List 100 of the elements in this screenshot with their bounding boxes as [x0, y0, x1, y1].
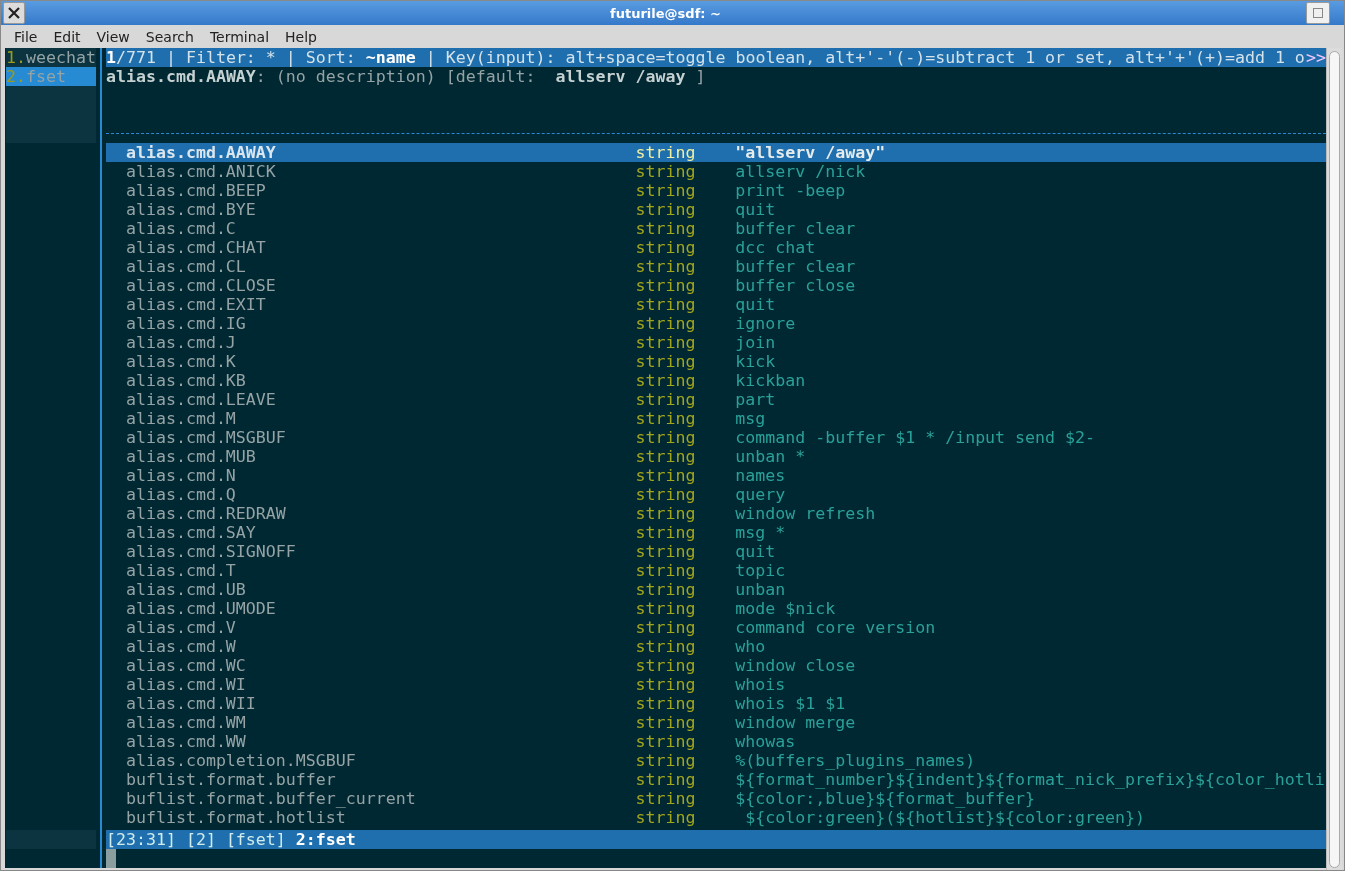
option-name: alias.cmd.T: [125, 561, 237, 580]
option-name: buflist.format.buffer_current: [125, 789, 417, 808]
option-value: print -beep: [735, 181, 847, 200]
buffer-item[interactable]: 1.weechat: [6, 48, 96, 67]
option-row[interactable]: alias.cmd.AAWAY string "allserv /away": [106, 143, 1326, 162]
option-row[interactable]: alias.cmd.V string command core version: [106, 618, 1326, 637]
option-name: alias.cmd.J: [125, 333, 237, 352]
option-row[interactable]: alias.cmd.ANICK string allserv /nick: [106, 162, 1326, 181]
option-type: string: [635, 675, 697, 694]
option-value: command -buffer $1 * /input send $2-: [735, 428, 1096, 447]
option-row[interactable]: alias.cmd.SAY string msg *: [106, 523, 1326, 542]
menu-item[interactable]: View: [88, 28, 138, 45]
option-row[interactable]: alias.completion.MSGBUF string %(buffers_plugins_names): [106, 751, 1326, 770]
option-type: string: [635, 580, 697, 599]
option-type: string: [635, 789, 697, 808]
option-name: alias.cmd.BYE: [125, 200, 257, 219]
close-icon: [8, 7, 20, 19]
option-name: alias.cmd.UB: [125, 580, 247, 599]
option-value: ignore: [735, 314, 797, 333]
option-row[interactable]: alias.cmd.WII string whois $1 $1: [106, 694, 1326, 713]
option-row[interactable]: alias.cmd.K string kick: [106, 352, 1326, 371]
menu-item[interactable]: Search: [137, 28, 202, 45]
option-row[interactable]: alias.cmd.SIGNOFF string quit: [106, 542, 1326, 561]
menu-item[interactable]: Terminal: [201, 28, 278, 45]
option-row[interactable]: alias.cmd.EXIT string quit: [106, 295, 1326, 314]
option-name: alias.cmd.CLOSE: [125, 276, 277, 295]
maximize-button[interactable]: [1306, 2, 1330, 24]
menu-item[interactable]: Edit: [45, 28, 89, 45]
option-type: string: [635, 732, 697, 751]
option-type: string: [635, 238, 697, 257]
option-type: string: [635, 523, 697, 542]
option-row[interactable]: alias.cmd.W string who: [106, 637, 1326, 656]
close-button[interactable]: [3, 2, 25, 24]
option-value: ${color:,blue}${format_buffer}: [735, 789, 1037, 808]
option-row[interactable]: alias.cmd.MUB string unban *: [106, 447, 1326, 466]
option-value: kick: [735, 352, 777, 371]
option-type: string: [635, 181, 697, 200]
option-row[interactable]: alias.cmd.N string names: [106, 466, 1326, 485]
option-type: string: [635, 466, 697, 485]
option-row[interactable]: alias.cmd.Q string query: [106, 485, 1326, 504]
option-value: buffer close: [735, 276, 857, 295]
option-value: whowas: [735, 732, 797, 751]
option-row[interactable]: alias.cmd.UB string unban: [106, 580, 1326, 599]
option-type: string: [635, 656, 697, 675]
option-name: alias.cmd.MSGBUF: [125, 428, 287, 447]
option-type: string: [635, 504, 697, 523]
option-name: alias.cmd.EXIT: [125, 295, 267, 314]
option-row[interactable]: alias.cmd.MSGBUF string command -buffer $1 * /input send $2-: [106, 428, 1326, 447]
option-value: who: [735, 637, 767, 656]
option-value: ${color:green}(${hotlist}${color:green}): [744, 808, 1146, 827]
option-row[interactable]: buflist.format.buffer string ${format_number}${indent}${format_nick_prefix}${color_hotli: [106, 770, 1326, 789]
input-cursor[interactable]: [106, 849, 116, 868]
option-row[interactable]: alias.cmd.CHAT string dcc chat: [106, 238, 1326, 257]
option-row[interactable]: alias.cmd.WI string whois: [106, 675, 1326, 694]
option-type: string: [635, 314, 697, 333]
option-type: string: [635, 808, 697, 827]
option-row[interactable]: alias.cmd.M string msg: [106, 409, 1326, 428]
option-type: string: [635, 352, 697, 371]
window-title: futurile@sdf: ~: [609, 5, 722, 21]
option-type: string: [635, 770, 697, 789]
option-value: unban *: [735, 447, 807, 466]
option-type: string: [635, 694, 697, 713]
option-name: buflist.format.hotlist: [125, 808, 347, 827]
option-type: string: [635, 713, 697, 732]
option-value: quit: [735, 295, 777, 314]
option-row[interactable]: alias.cmd.LEAVE string part: [106, 390, 1326, 409]
option-row[interactable]: alias.cmd.BYE string quit: [106, 200, 1326, 219]
option-row[interactable]: alias.cmd.WM string window merge: [106, 713, 1326, 732]
option-value: window merge: [735, 713, 857, 732]
option-row[interactable]: buflist.format.hotlist string ${color:green}(${hotlist}${color:green}): [106, 808, 1326, 827]
menu-item[interactable]: Help: [277, 28, 325, 45]
option-row[interactable]: alias.cmd.REDRAW string window refresh: [106, 504, 1326, 523]
option-row[interactable]: alias.cmd.BEEP string print -beep: [106, 181, 1326, 200]
option-type: string: [635, 485, 697, 504]
option-type: string: [635, 409, 697, 428]
menu-item[interactable]: File: [6, 28, 46, 45]
option-type: string: [635, 637, 697, 656]
option-row[interactable]: alias.cmd.C string buffer clear: [106, 219, 1326, 238]
option-row[interactable]: alias.cmd.CLOSE string buffer close: [106, 276, 1326, 295]
option-name: alias.cmd.IG: [125, 314, 247, 333]
option-row[interactable]: alias.cmd.T string topic: [106, 561, 1326, 580]
option-row[interactable]: alias.cmd.CL string buffer clear: [106, 257, 1326, 276]
option-row[interactable]: buflist.format.buffer_current string ${color:,blue}${format_buffer}: [106, 789, 1326, 808]
option-name: buflist.format.buffer: [125, 770, 337, 789]
option-row[interactable]: alias.cmd.J string join: [106, 333, 1326, 352]
option-name: alias.cmd.WC: [125, 656, 247, 675]
option-row[interactable]: alias.cmd.WW string whowas: [106, 732, 1326, 751]
option-type: string: [635, 162, 697, 181]
option-name: alias.cmd.AAWAY: [125, 143, 277, 162]
option-name: alias.cmd.LEAVE: [125, 390, 277, 409]
option-type: string: [635, 390, 697, 409]
option-row[interactable]: alias.cmd.WC string window close: [106, 656, 1326, 675]
option-value: query: [735, 485, 787, 504]
option-name: alias.cmd.C: [125, 219, 237, 238]
option-value: allserv /nick: [735, 162, 867, 181]
option-type: string: [635, 371, 697, 390]
option-row[interactable]: alias.cmd.KB string kickban: [106, 371, 1326, 390]
option-row[interactable]: alias.cmd.UMODE string mode $nick: [106, 599, 1326, 618]
option-name: alias.cmd.UMODE: [125, 599, 277, 618]
option-row[interactable]: alias.cmd.IG string ignore: [106, 314, 1326, 333]
